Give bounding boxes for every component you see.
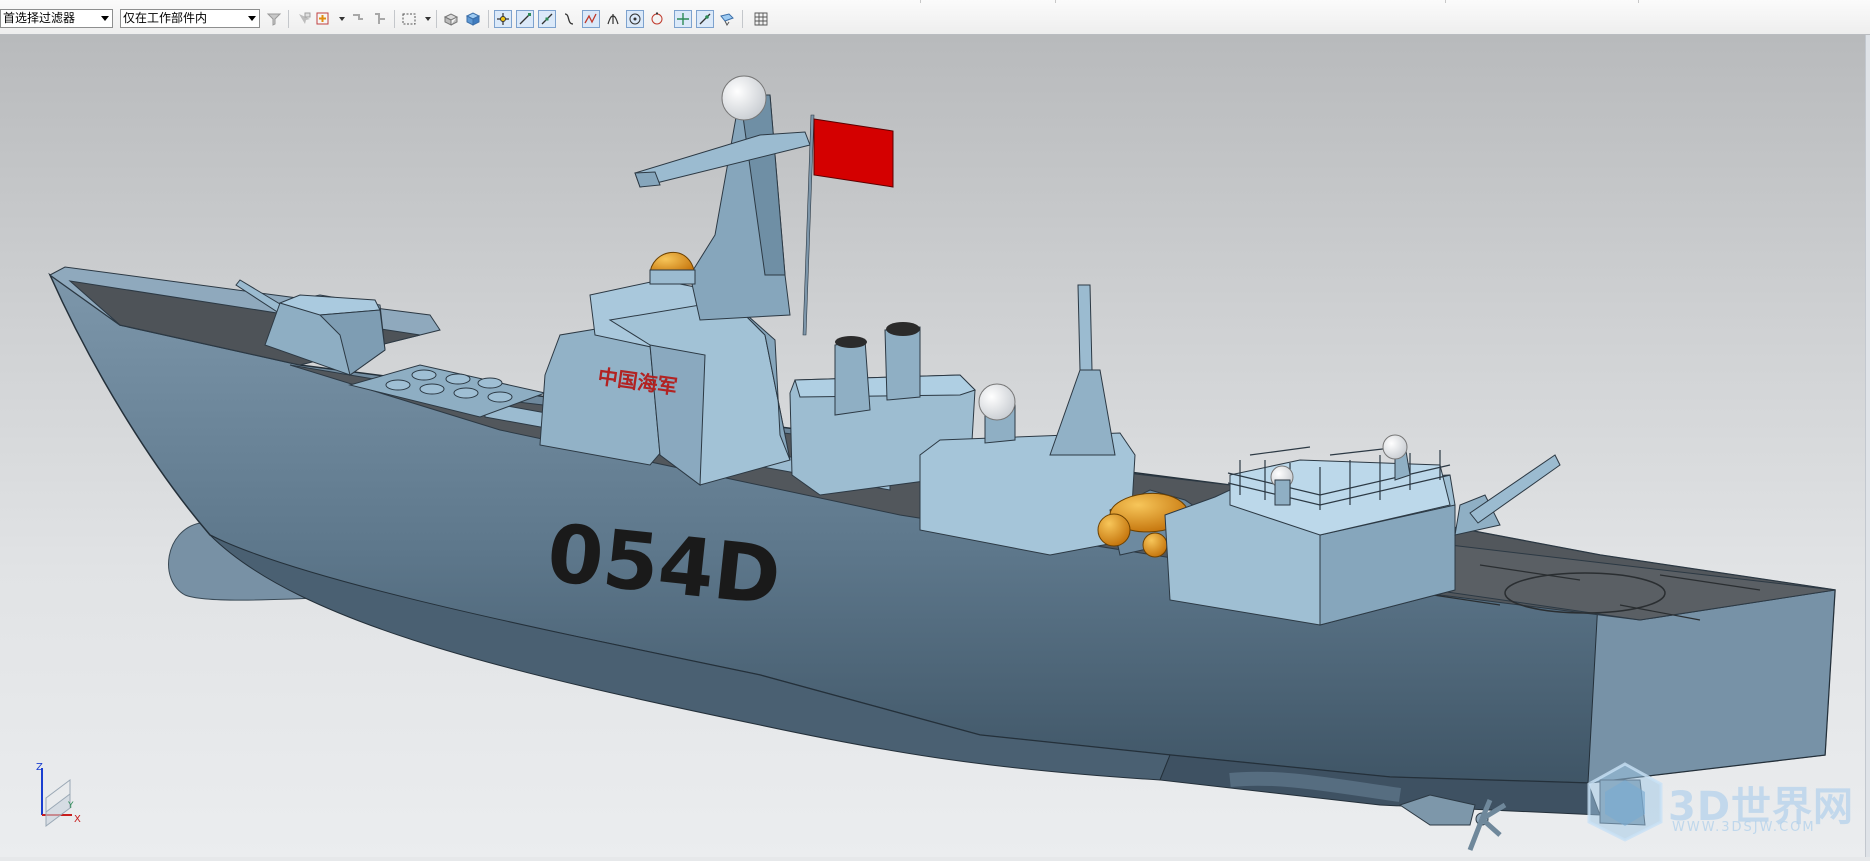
viewport-right-border — [1865, 35, 1870, 857]
add-selection-icon[interactable] — [314, 10, 332, 28]
center-point-icon[interactable] — [626, 10, 644, 28]
type-filter-value: 首选择过滤器 — [3, 11, 76, 25]
triad-z-label: Z — [36, 762, 43, 773]
spline-icon[interactable] — [560, 10, 578, 28]
selection-scope-value: 仅在工作部件内 — [123, 11, 208, 25]
triad-x-label: X — [74, 814, 81, 825]
selection-scope-dropdown[interactable]: 仅在工作部件内 — [120, 9, 260, 28]
aft-ciws — [1454, 454, 1561, 536]
toolbar-separator — [394, 10, 395, 28]
chevron-down-icon[interactable] — [339, 17, 345, 21]
select-body-icon[interactable] — [371, 10, 389, 28]
pole-icon[interactable] — [604, 10, 622, 28]
chevron-down-icon[interactable] — [425, 17, 431, 21]
point-on-curve-icon[interactable] — [696, 10, 714, 28]
rectangle-select-icon[interactable] — [400, 10, 418, 28]
toolbar-separator — [436, 10, 437, 28]
orange-radar-dome — [649, 251, 696, 285]
filter-icon[interactable] — [265, 10, 283, 28]
select-feature-icon[interactable] — [295, 10, 313, 28]
quadrant-icon[interactable] — [648, 10, 666, 28]
watermark-logo — [1587, 762, 1663, 842]
shaded-cube-icon[interactable] — [464, 10, 482, 28]
flag — [813, 118, 894, 188]
intersection-icon[interactable] — [582, 10, 600, 28]
face-icon[interactable] — [718, 10, 736, 28]
end-point-icon[interactable] — [516, 10, 534, 28]
flag-pole — [802, 114, 894, 336]
watermark-url: WWW.3DSJW.COM — [1672, 820, 1816, 835]
top-tab-dividers — [760, 0, 1640, 3]
view-box-icon[interactable] — [442, 10, 460, 28]
toolbar-separator — [742, 10, 743, 28]
existing-point-icon[interactable] — [674, 10, 692, 28]
midpoint-icon[interactable] — [538, 10, 556, 28]
ship-model: 中国海军 054D — [48, 75, 1836, 851]
toolbar-separator — [288, 10, 289, 28]
chevron-down-icon — [101, 16, 109, 21]
triad-y-label: Y — [67, 801, 74, 811]
grid-icon[interactable] — [752, 10, 770, 28]
toolbar-separator — [488, 10, 489, 28]
selection-toolbar: 首选择过滤器 仅在工作部件内 — [0, 0, 1870, 35]
graphics-viewport[interactable]: 中国海军 054D Z Y X — [0, 35, 1870, 857]
hangar — [1164, 434, 1456, 626]
snap-point-icon[interactable] — [494, 10, 512, 28]
chevron-down-icon — [248, 16, 256, 21]
type-filter-dropdown[interactable]: 首选择过滤器 — [0, 9, 113, 28]
coordinate-triad: Z Y X — [36, 762, 81, 827]
deselect-icon[interactable] — [349, 10, 367, 28]
